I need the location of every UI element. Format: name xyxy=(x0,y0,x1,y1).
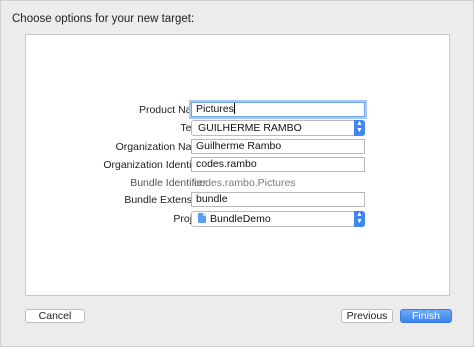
product-name-value: Pictures xyxy=(196,103,234,115)
bundle-extension-row: Bundle Extension: bundle xyxy=(26,192,451,209)
new-target-sheet: Choose options for your new target: Prod… xyxy=(0,0,474,347)
project-popup[interactable]: BundleDemo ▲ ▼ xyxy=(191,211,365,227)
team-row: Team: GUILHERME RAMBO ▲▼ xyxy=(26,120,451,137)
bundle-identifier-row: Bundle Identifier: codes.rambo.Pictures xyxy=(26,175,451,192)
product-name-row: Product Name: Pictures xyxy=(26,102,451,119)
options-panel: Product Name: Pictures Team: GUILHERME R… xyxy=(25,34,450,296)
text-cursor xyxy=(233,103,235,114)
project-row: Project: BundleDemo ▲▼ xyxy=(26,211,451,228)
product-name-field[interactable]: Pictures xyxy=(191,102,365,117)
project-file-icon xyxy=(198,213,206,223)
team-popup[interactable]: GUILHERME RAMBO ▲ ▼ xyxy=(191,120,365,136)
organization-name-field[interactable]: Guilherme Rambo xyxy=(191,139,365,154)
sheet-header: Choose options for your new target: xyxy=(12,13,195,25)
cancel-button[interactable]: Cancel xyxy=(25,309,85,323)
project-value: BundleDemo xyxy=(210,213,271,225)
up-down-chevron-icon: ▲ ▼ xyxy=(354,211,365,227)
organization-identifier-row: Organization Identifier: codes.rambo xyxy=(26,157,451,174)
bundle-identifier-value: codes.rambo.Pictures xyxy=(194,177,296,189)
team-value: GUILHERME RAMBO xyxy=(198,122,302,134)
organization-name-row: Organization Name: Guilherme Rambo xyxy=(26,139,451,156)
up-down-chevron-icon: ▲ ▼ xyxy=(354,120,365,136)
organization-identifier-field[interactable]: codes.rambo xyxy=(191,157,365,172)
bundle-extension-field[interactable]: bundle xyxy=(191,192,365,207)
finish-button[interactable]: Finish xyxy=(400,309,452,323)
previous-button[interactable]: Previous xyxy=(341,309,393,323)
